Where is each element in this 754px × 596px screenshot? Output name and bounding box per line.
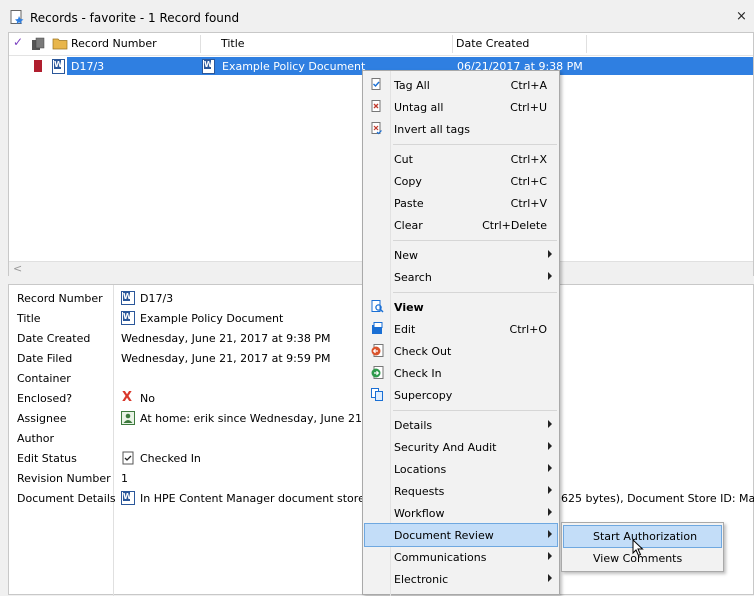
menu-item-electronic[interactable]: Electronic xyxy=(365,568,557,590)
column-header-date-created[interactable]: Date Created xyxy=(456,37,529,50)
scroll-left-arrow-icon[interactable]: < xyxy=(13,262,22,275)
person-location-icon xyxy=(121,411,135,425)
word-document-icon xyxy=(121,311,135,325)
menu-item-new[interactable]: New xyxy=(365,244,557,266)
record-marker-icon xyxy=(34,60,42,72)
menu-item-search[interactable]: Search xyxy=(365,266,557,288)
submenu-arrow-icon xyxy=(548,250,552,258)
detail-value-tail: 625 bytes), Document Store ID: Main D xyxy=(561,492,754,505)
record-type-column-icon[interactable] xyxy=(31,37,45,51)
edit-icon xyxy=(372,322,383,334)
menu-item-requests[interactable]: Requests xyxy=(365,480,557,502)
close-icon[interactable]: × xyxy=(736,9,747,24)
menu-item-cut[interactable]: Cut Ctrl+X xyxy=(365,148,557,170)
menu-item-communications[interactable]: Communications xyxy=(365,546,557,568)
tag-all-icon xyxy=(371,78,381,90)
detail-label: Record Number xyxy=(17,292,103,305)
menu-item-check-in[interactable]: Check In xyxy=(365,362,557,384)
detail-label: Assignee xyxy=(17,412,67,425)
invert-tags-icon xyxy=(371,122,382,135)
submenu-arrow-icon xyxy=(548,464,552,472)
tag-column-check-icon[interactable]: ✓ xyxy=(13,35,23,49)
detail-value: Checked In xyxy=(140,452,201,465)
word-document-icon xyxy=(121,291,135,305)
submenu-arrow-icon xyxy=(548,420,552,428)
detail-value: D17/3 xyxy=(140,292,174,305)
menu-item-locations[interactable]: Locations xyxy=(365,458,557,480)
list-header: ✓ Record Number Title Date Created xyxy=(9,33,753,56)
menu-item-tag-all[interactable]: Tag All Ctrl+A xyxy=(365,74,557,96)
submenu-arrow-icon xyxy=(548,530,552,538)
detail-label: Date Created xyxy=(17,332,91,345)
detail-value: Example Policy Document xyxy=(140,312,284,325)
view-icon xyxy=(371,300,384,313)
untag-all-icon xyxy=(371,100,381,112)
submenu-arrow-icon xyxy=(548,574,552,582)
menu-item-copy[interactable]: Copy Ctrl+C xyxy=(365,170,557,192)
detail-label: Date Filed xyxy=(17,352,73,365)
supercopy-icon xyxy=(371,388,383,401)
detail-value: Wednesday, June 21, 2017 at 9:59 PM xyxy=(121,352,331,365)
menu-item-check-out[interactable]: Check Out xyxy=(365,340,557,362)
detail-value: At home: erik since Wednesday, June 21, … xyxy=(140,412,383,425)
no-x-icon: X xyxy=(122,390,133,405)
records-window-icon xyxy=(10,10,24,24)
submenu-arrow-icon xyxy=(548,272,552,280)
detail-label: Revision Number xyxy=(17,472,111,485)
detail-label: Enclosed? xyxy=(17,392,73,405)
title-document-icon xyxy=(202,59,215,74)
menu-item-details[interactable]: Details xyxy=(365,414,557,436)
mouse-cursor-icon xyxy=(632,539,644,557)
menu-item-untag-all[interactable]: Untag all Ctrl+U xyxy=(365,96,557,118)
context-menu: Tag All Ctrl+A Untag all Ctrl+U Invert a… xyxy=(362,70,560,596)
window-title: Records - favorite - 1 Record found xyxy=(30,11,240,25)
folder-column-icon[interactable] xyxy=(52,37,68,50)
detail-label: Container xyxy=(17,372,71,385)
row-title: Example Policy Document xyxy=(222,60,366,73)
detail-value: No xyxy=(140,392,155,405)
row-record-number: D17/3 xyxy=(71,60,105,73)
detail-value: In HPE Content Manager document store, M xyxy=(140,492,382,505)
menu-item-workflow[interactable]: Workflow xyxy=(365,502,557,524)
check-in-icon xyxy=(371,366,384,379)
window-title-bar: Records - favorite - 1 Record found × xyxy=(0,0,754,32)
detail-label: Document Details xyxy=(17,492,116,505)
menu-item-view[interactable]: View xyxy=(365,296,557,318)
submenu-arrow-icon xyxy=(548,552,552,560)
menu-item-invert-all-tags[interactable]: Invert all tags xyxy=(365,118,557,140)
detail-value: 1 xyxy=(121,472,128,485)
detail-value: Wednesday, June 21, 2017 at 9:38 PM xyxy=(121,332,331,345)
menu-item-edit[interactable]: Edit Ctrl+O xyxy=(365,318,557,340)
checked-in-icon xyxy=(122,451,134,465)
menu-item-document-review[interactable]: Document Review xyxy=(364,523,558,547)
column-header-title[interactable]: Title xyxy=(221,37,245,50)
detail-label: Edit Status xyxy=(17,452,77,465)
submenu-arrow-icon xyxy=(548,486,552,494)
submenu-arrow-icon xyxy=(548,508,552,516)
detail-label: Author xyxy=(17,432,55,445)
menu-item-supercopy[interactable]: Supercopy xyxy=(365,384,557,406)
detail-label: Title xyxy=(17,312,41,325)
word-document-icon xyxy=(121,491,135,505)
submenu-arrow-icon xyxy=(548,442,552,450)
menu-item-clear[interactable]: Clear Ctrl+Delete xyxy=(365,214,557,236)
menu-item-paste[interactable]: Paste Ctrl+V xyxy=(365,192,557,214)
word-document-icon xyxy=(52,59,65,74)
column-header-record-number[interactable]: Record Number xyxy=(71,37,157,50)
menu-item-security-and-audit[interactable]: Security And Audit xyxy=(365,436,557,458)
check-out-icon xyxy=(371,344,384,357)
